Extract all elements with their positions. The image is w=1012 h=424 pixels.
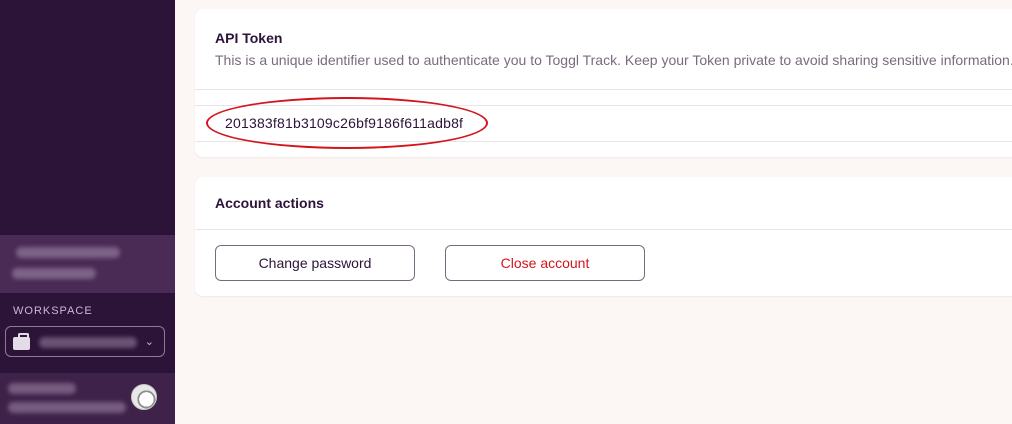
blurred-text (12, 268, 96, 279)
blurred-workspace-name (39, 337, 137, 348)
account-actions-card: Account actions Change password Close ac… (195, 177, 1012, 296)
divider (195, 89, 1012, 90)
api-token-title: API Token (215, 30, 283, 46)
close-account-button[interactable]: Close account (445, 245, 645, 281)
highlight-annotation (206, 97, 488, 149)
change-password-button[interactable]: Change password (215, 245, 415, 281)
workspace-select[interactable]: ⌄ (5, 326, 165, 357)
blurred-text (16, 247, 120, 258)
blurred-user-name (8, 383, 76, 394)
briefcase-icon (13, 332, 30, 350)
app: WORKSPACE ⌄ API Token This is a unique i… (0, 0, 1012, 424)
divider (195, 229, 1012, 230)
api-token-description: This is a unique identifier used to auth… (215, 52, 1012, 68)
workspace-label: WORKSPACE (13, 305, 93, 317)
account-actions-title: Account actions (215, 195, 324, 211)
sidebar: WORKSPACE ⌄ (0, 0, 175, 424)
api-token-card: API Token This is a unique identifier us… (195, 9, 1012, 157)
avatar[interactable] (131, 384, 157, 410)
chevron-down-icon: ⌄ (144, 336, 154, 348)
blurred-user-email (8, 402, 126, 413)
trial-info-box[interactable] (0, 235, 175, 293)
